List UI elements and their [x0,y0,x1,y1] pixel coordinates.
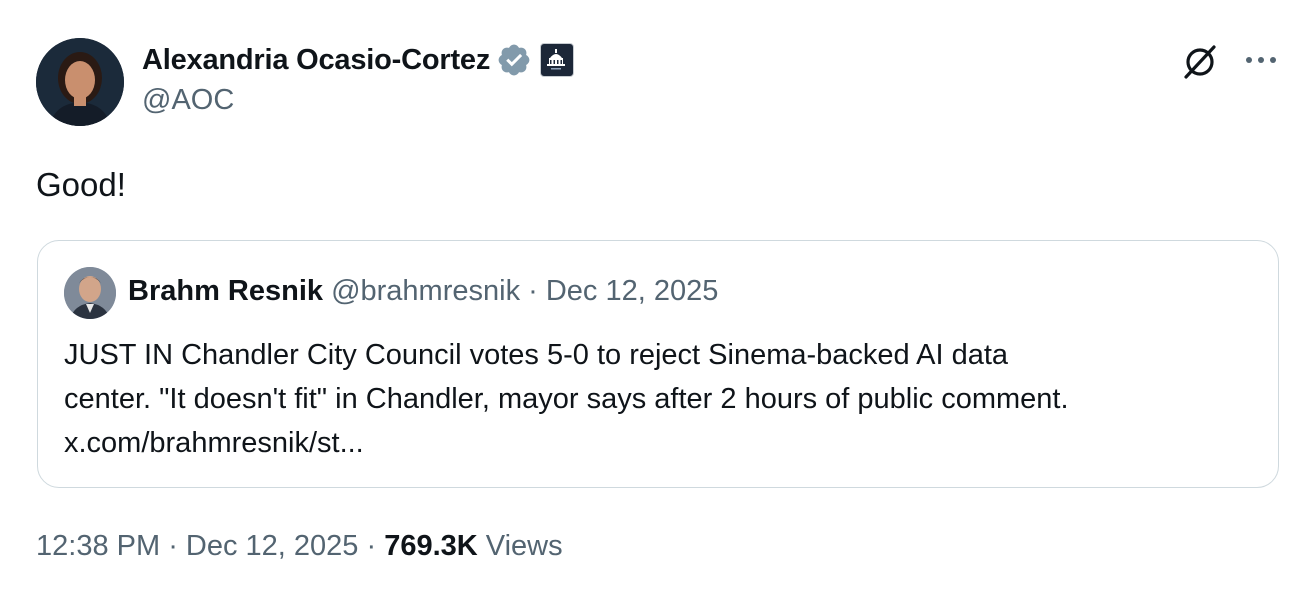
quoted-text-line: center. "It doesn't fit" in Chandler, ma… [64,383,1069,415]
tweet-text: Good! [36,166,126,203]
more-options-icon[interactable] [1244,50,1278,70]
tweet-footer: 12:38 PM · Dec 12, 2025 · 769.3K Views [36,530,563,563]
quoted-tweet-card[interactable]: Brahm Resnik @brahmresnik · Dec 12, 2025… [37,240,1279,488]
quoted-tweet-text: JUST IN Chandler City Council votes 5-0 … [64,333,1264,465]
footer-separator: · [358,530,385,562]
verified-badge-icon[interactable] [496,42,532,78]
quoted-text-line: JUST IN Chandler City Council votes 5-0 … [64,339,1009,371]
quoted-tweet-header: Brahm Resnik @brahmresnik · Dec 12, 2025 [128,275,718,308]
quoted-separator: · [520,275,546,307]
author-display-name[interactable]: Alexandria Ocasio-Cortez [142,44,490,77]
quoted-author-name[interactable]: Brahm Resnik [128,275,323,307]
author-name-row: Alexandria Ocasio-Cortez [142,40,575,80]
quoted-link[interactable]: x.com/brahmresnik/st... [64,421,1264,465]
tweet-date[interactable]: Dec 12, 2025 [186,530,359,562]
quoted-author-avatar[interactable] [64,267,116,319]
quoted-date[interactable]: Dec 12, 2025 [546,275,719,307]
views-count[interactable]: 769.3K [384,530,478,562]
footer-separator: · [160,530,186,562]
author-avatar[interactable] [36,38,124,126]
author-handle[interactable]: @AOC [142,84,234,117]
grok-icon[interactable] [1180,44,1220,80]
views-label: Views [477,530,563,562]
quoted-author-handle[interactable]: @brahmresnik [331,275,520,307]
capitol-icon[interactable] [540,43,575,77]
tweet-time[interactable]: 12:38 PM [36,530,160,562]
